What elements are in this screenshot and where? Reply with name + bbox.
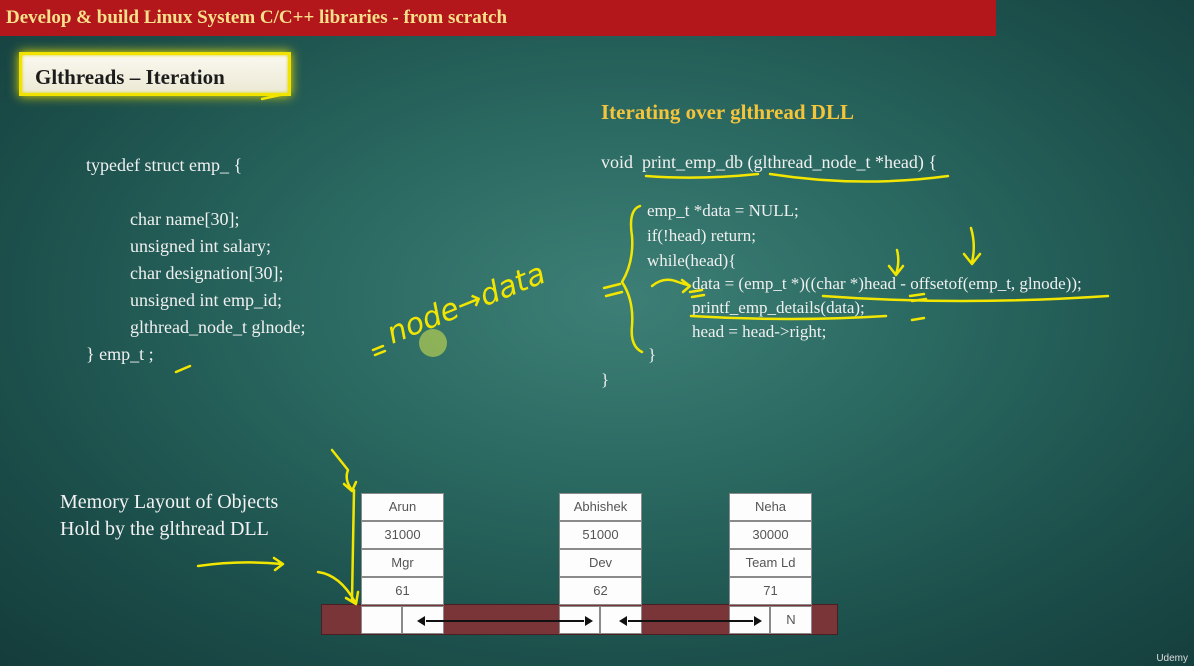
code-line: char name[30]; bbox=[130, 209, 240, 229]
underline-stroke bbox=[644, 172, 760, 179]
code-line: glthread_node_t glnode; bbox=[130, 317, 306, 337]
underline-stroke bbox=[174, 364, 192, 374]
equals-mark bbox=[371, 344, 387, 357]
code-line: printf_emp_details(data); bbox=[692, 298, 865, 317]
bracket-stroke bbox=[350, 488, 356, 602]
bidirectional-link-arrow bbox=[619, 616, 762, 626]
arrow-stroke bbox=[650, 278, 692, 294]
memory-layout-label: Memory Layout of Objects bbox=[60, 491, 279, 513]
emp-id-cell: 71 bbox=[729, 577, 812, 605]
arrow-stroke bbox=[196, 556, 285, 572]
section-title: Iterating over glthread DLL bbox=[601, 100, 854, 124]
code-line: typedef struct emp_ { bbox=[86, 155, 243, 175]
brace-mark bbox=[620, 204, 644, 354]
equals-mark bbox=[908, 292, 928, 303]
code-line: } bbox=[601, 370, 610, 389]
arrow-stroke bbox=[330, 448, 358, 493]
name-cell: Abhishek bbox=[559, 493, 642, 521]
designation-cell: Dev bbox=[559, 549, 642, 577]
code-line: void print_emp_db (glthread_node_t *head… bbox=[601, 152, 938, 172]
cursor-highlight bbox=[419, 329, 447, 357]
code-line: head = head->right; bbox=[692, 322, 827, 341]
name-cell: Neha bbox=[729, 493, 812, 521]
down-arrow bbox=[962, 226, 982, 266]
code-line: emp_t *data = NULL; bbox=[647, 201, 799, 220]
code-line: if(!head) return; bbox=[647, 226, 757, 245]
code-line: unsigned int salary; bbox=[130, 236, 271, 256]
slide-title: Glthreads – Iteration bbox=[19, 52, 291, 96]
equals-mark bbox=[910, 316, 926, 322]
bidirectional-link-arrow bbox=[417, 616, 593, 626]
code-line: } emp_t ; bbox=[86, 344, 154, 364]
salary-cell: 30000 bbox=[729, 521, 812, 549]
down-arrow bbox=[887, 248, 905, 277]
code-line: char designation[30]; bbox=[130, 263, 284, 283]
code-line: data = (emp_t *)((char *)head - offsetof… bbox=[692, 274, 1082, 293]
handwritten-note: node→data bbox=[382, 256, 550, 351]
emp-id-cell: 61 bbox=[361, 577, 444, 605]
designation-cell: Team Ld bbox=[729, 549, 812, 577]
glnode-right-cell: N bbox=[770, 606, 812, 634]
underline-stroke bbox=[768, 172, 950, 183]
salary-cell: 31000 bbox=[361, 521, 444, 549]
code-line: unsigned int emp_id; bbox=[130, 290, 282, 310]
emp-id-cell: 62 bbox=[559, 577, 642, 605]
underline-stroke bbox=[821, 294, 1110, 303]
udemy-watermark: Udemy bbox=[1156, 653, 1188, 664]
equals-mark bbox=[602, 282, 624, 298]
name-cell: Arun bbox=[361, 493, 444, 521]
memory-layout-label: Hold by the glthread DLL bbox=[60, 518, 269, 540]
salary-cell: 51000 bbox=[559, 521, 642, 549]
code-line: } bbox=[648, 345, 657, 364]
glnode-left-cell bbox=[361, 606, 402, 634]
course-title-banner: Develop & build Linux System C/C++ libra… bbox=[0, 0, 996, 36]
code-line: while(head){ bbox=[647, 251, 737, 270]
arrow-stroke bbox=[316, 570, 360, 606]
designation-cell: Mgr bbox=[361, 549, 444, 577]
